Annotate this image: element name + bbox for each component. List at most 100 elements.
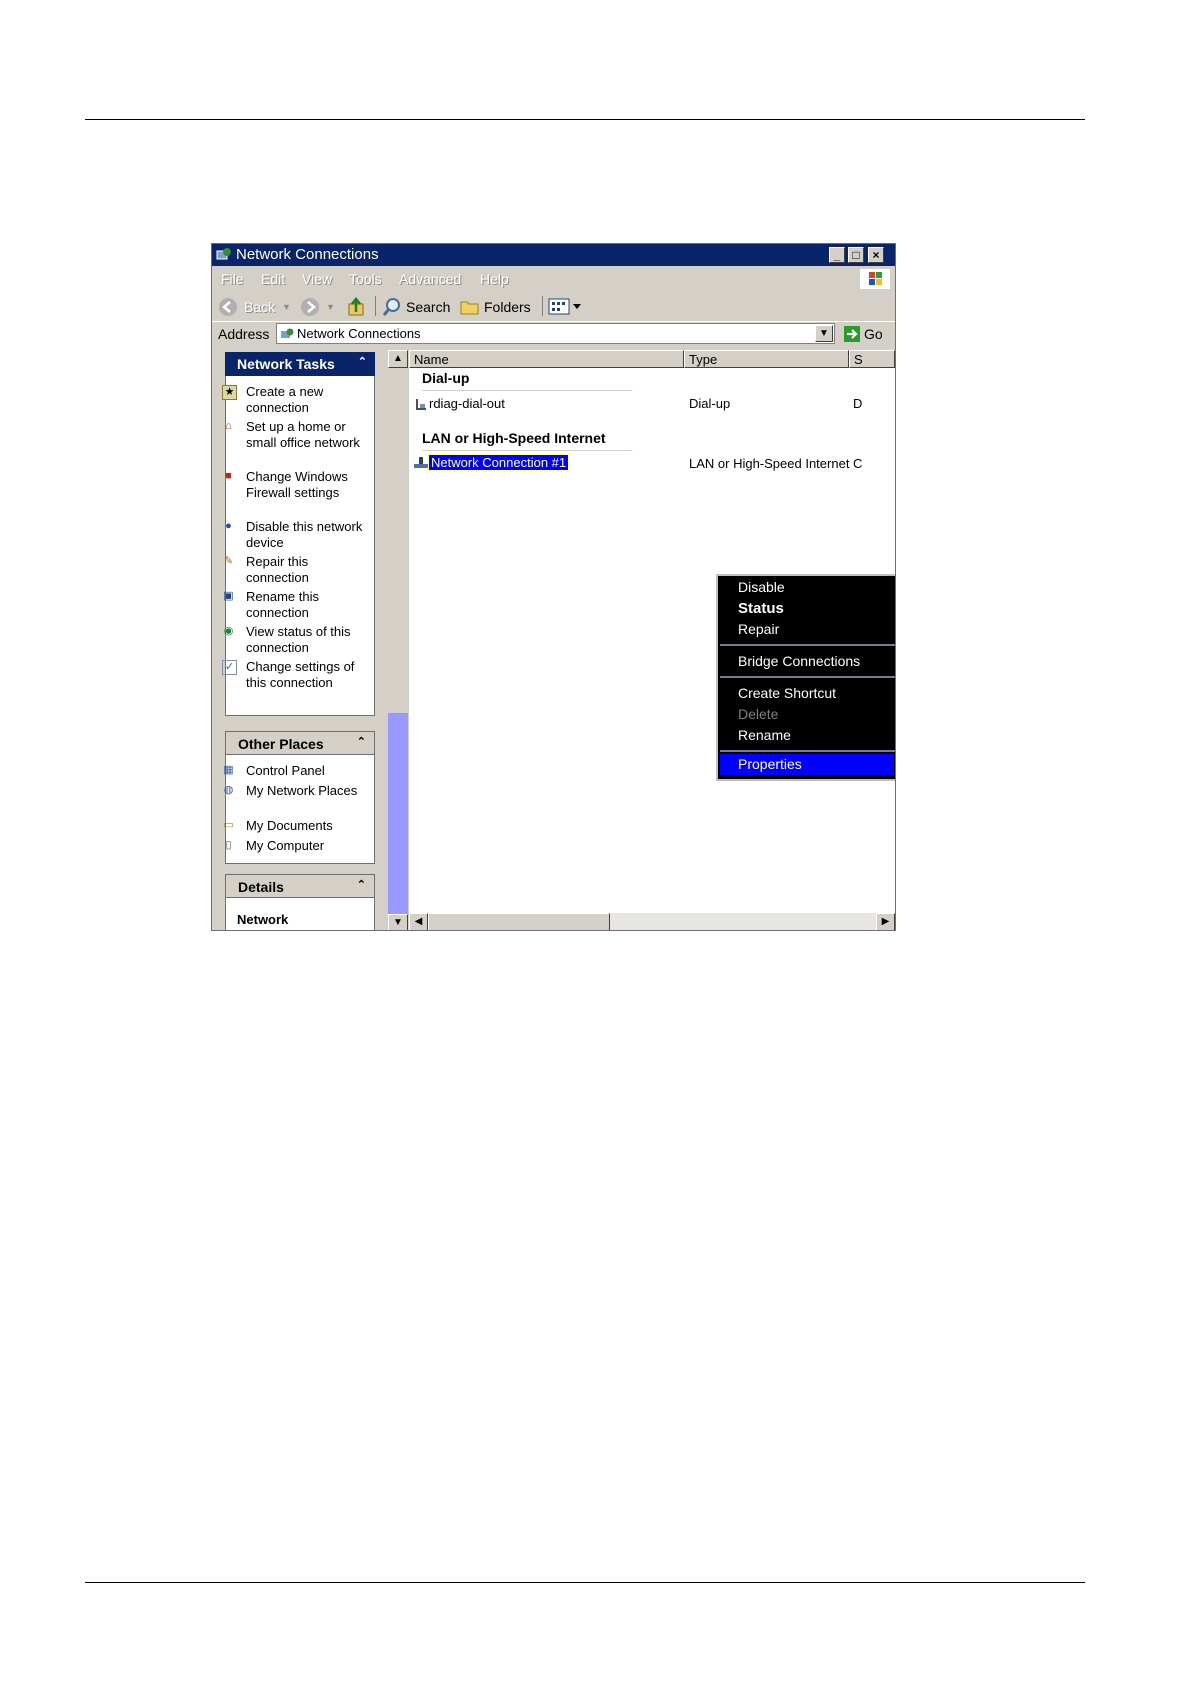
- connection-row[interactable]: rdiag-dial-out Dial-up D: [409, 394, 895, 414]
- scroll-left-button[interactable]: ◀: [409, 913, 428, 930]
- menu-item-repair[interactable]: Repair: [738, 621, 779, 637]
- address-dropdown-button[interactable]: ▼: [815, 325, 833, 342]
- windows-logo-icon: [860, 269, 890, 289]
- scroll-up-button[interactable]: ▲: [388, 350, 408, 368]
- address-value: Network Connections: [297, 326, 421, 341]
- menu-item-status[interactable]: Status: [738, 600, 784, 617]
- other-places-header[interactable]: Other Places ⌃: [225, 731, 375, 755]
- column-header-name[interactable]: Name: [409, 350, 684, 368]
- collapse-icon[interactable]: ⌃: [357, 735, 366, 748]
- menu-item-disable[interactable]: Disable: [738, 579, 785, 595]
- task-pane: Network Tasks ⌃ ★ Create a new connectio…: [212, 349, 387, 930]
- connection-extra: D: [853, 396, 863, 411]
- connection-type: Dial-up: [689, 396, 731, 411]
- minimize-button[interactable]: _: [829, 247, 845, 263]
- views-icon[interactable]: [548, 298, 584, 321]
- title-bar[interactable]: Network Connections _ □ ×: [212, 244, 895, 266]
- group-divider: [422, 390, 632, 391]
- create-connection-icon: ★: [222, 385, 237, 400]
- scroll-right-button[interactable]: ▶: [876, 913, 895, 930]
- menu-item-delete: Delete: [738, 706, 779, 722]
- folders-button[interactable]: Folders: [484, 299, 531, 315]
- scrollbar-track[interactable]: [388, 368, 408, 713]
- collapse-icon[interactable]: ⌃: [357, 878, 366, 891]
- details-text: Network: [237, 912, 289, 927]
- toolbar-separator: [375, 296, 376, 316]
- address-network-icon: [280, 327, 294, 346]
- search-button[interactable]: Search: [406, 299, 450, 315]
- address-bar: Address Network Connections ▼ Go: [212, 321, 895, 348]
- menu-advanced[interactable]: Advanced: [399, 271, 461, 287]
- computer-icon: ▯: [225, 839, 232, 851]
- group-header-dialup: Dial-up: [422, 370, 470, 386]
- place-label: Control Panel: [246, 763, 325, 778]
- folders-icon[interactable]: [460, 298, 480, 321]
- network-connections-window: Network Connections _ □ × File Edit View…: [211, 243, 896, 931]
- place-label: My Documents: [246, 818, 333, 833]
- back-button-label[interactable]: Back: [244, 299, 275, 315]
- menu-item-properties[interactable]: Properties: [738, 756, 802, 772]
- network-tasks-header[interactable]: Network Tasks ⌃: [225, 352, 375, 376]
- task-label: Change Windows Firewall settings: [246, 469, 348, 500]
- back-dropdown-icon[interactable]: ▼: [282, 302, 291, 312]
- menu-file[interactable]: File: [221, 271, 244, 287]
- settings-icon: ✓: [222, 660, 237, 675]
- menu-item-bridge-connections[interactable]: Bridge Connections: [738, 653, 860, 669]
- network-connections-icon: [216, 247, 231, 262]
- menu-help[interactable]: Help: [480, 271, 509, 287]
- menu-separator: [720, 644, 895, 646]
- details-header[interactable]: Details ⌃: [225, 874, 375, 898]
- menu-item-rename[interactable]: Rename: [738, 727, 791, 743]
- menu-tools[interactable]: Tools: [349, 271, 382, 287]
- connections-list: Name Type S Dial-up rdiag-dial-out Dial-…: [409, 350, 895, 930]
- place-label: My Computer: [246, 838, 325, 853]
- address-label: Address: [218, 326, 270, 342]
- documents-icon: ▭: [223, 819, 234, 831]
- menu-separator: [720, 750, 895, 752]
- menu-separator: [720, 676, 895, 678]
- connection-row-selected[interactable]: Network Connection #1 LAN or High-Speed …: [409, 454, 895, 474]
- scroll-down-button[interactable]: ▼: [388, 914, 408, 930]
- horizontal-scrollbar[interactable]: ◀ ▶: [409, 913, 895, 930]
- column-header-type[interactable]: Type: [684, 350, 849, 368]
- menu-view[interactable]: View: [302, 271, 332, 287]
- close-button[interactable]: ×: [868, 247, 884, 263]
- vertical-scrollbar[interactable]: ▲ ▼: [388, 350, 408, 930]
- collapse-icon[interactable]: ⌃: [358, 355, 367, 368]
- details-title: Details: [238, 879, 284, 895]
- menu-edit[interactable]: Edit: [261, 271, 285, 287]
- network-places-icon: ◍: [223, 784, 234, 796]
- go-arrow-icon[interactable]: [843, 325, 861, 348]
- home-network-icon: ⌂: [225, 420, 232, 432]
- task-label: Change settings of this connection: [246, 659, 355, 690]
- go-button[interactable]: Go: [864, 326, 883, 342]
- disable-device-icon: ●: [225, 520, 232, 532]
- control-panel-icon: ▦: [223, 764, 234, 776]
- search-icon[interactable]: [382, 297, 402, 322]
- forward-dropdown-icon[interactable]: ▼: [326, 302, 335, 312]
- menu-item-properties-highlight[interactable]: Properties: [720, 754, 894, 775]
- connection-type: LAN or High-Speed Internet: [689, 456, 850, 471]
- task-label: Create a new connection: [246, 384, 324, 415]
- menu-item-create-shortcut[interactable]: Create Shortcut: [738, 685, 836, 701]
- forward-arrow-icon[interactable]: [300, 297, 320, 322]
- task-label: View status of this connection: [246, 624, 351, 655]
- network-tasks-title: Network Tasks: [237, 356, 335, 372]
- column-header-status[interactable]: S: [849, 350, 895, 368]
- connection-name: rdiag-dial-out: [429, 396, 505, 411]
- lan-connection-icon: [413, 456, 429, 475]
- status-icon: ◉: [223, 625, 234, 637]
- address-field[interactable]: Network Connections ▼: [276, 323, 835, 344]
- back-arrow-icon[interactable]: [218, 297, 238, 322]
- scrollbar-track[interactable]: [610, 913, 876, 930]
- scroll-thumb[interactable]: [428, 913, 610, 930]
- connection-name: Network Connection #1: [427, 454, 570, 471]
- up-folder-icon[interactable]: [346, 296, 368, 323]
- group-header-lan: LAN or High-Speed Internet: [422, 430, 606, 446]
- task-label: Disable this network device: [246, 519, 363, 550]
- maximize-button[interactable]: □: [848, 247, 864, 263]
- place-label: My Network Places: [246, 783, 358, 798]
- bottom-rule: [85, 1582, 1085, 1583]
- task-label: Rename this connection: [246, 589, 319, 620]
- task-label: Repair this connection: [246, 554, 309, 585]
